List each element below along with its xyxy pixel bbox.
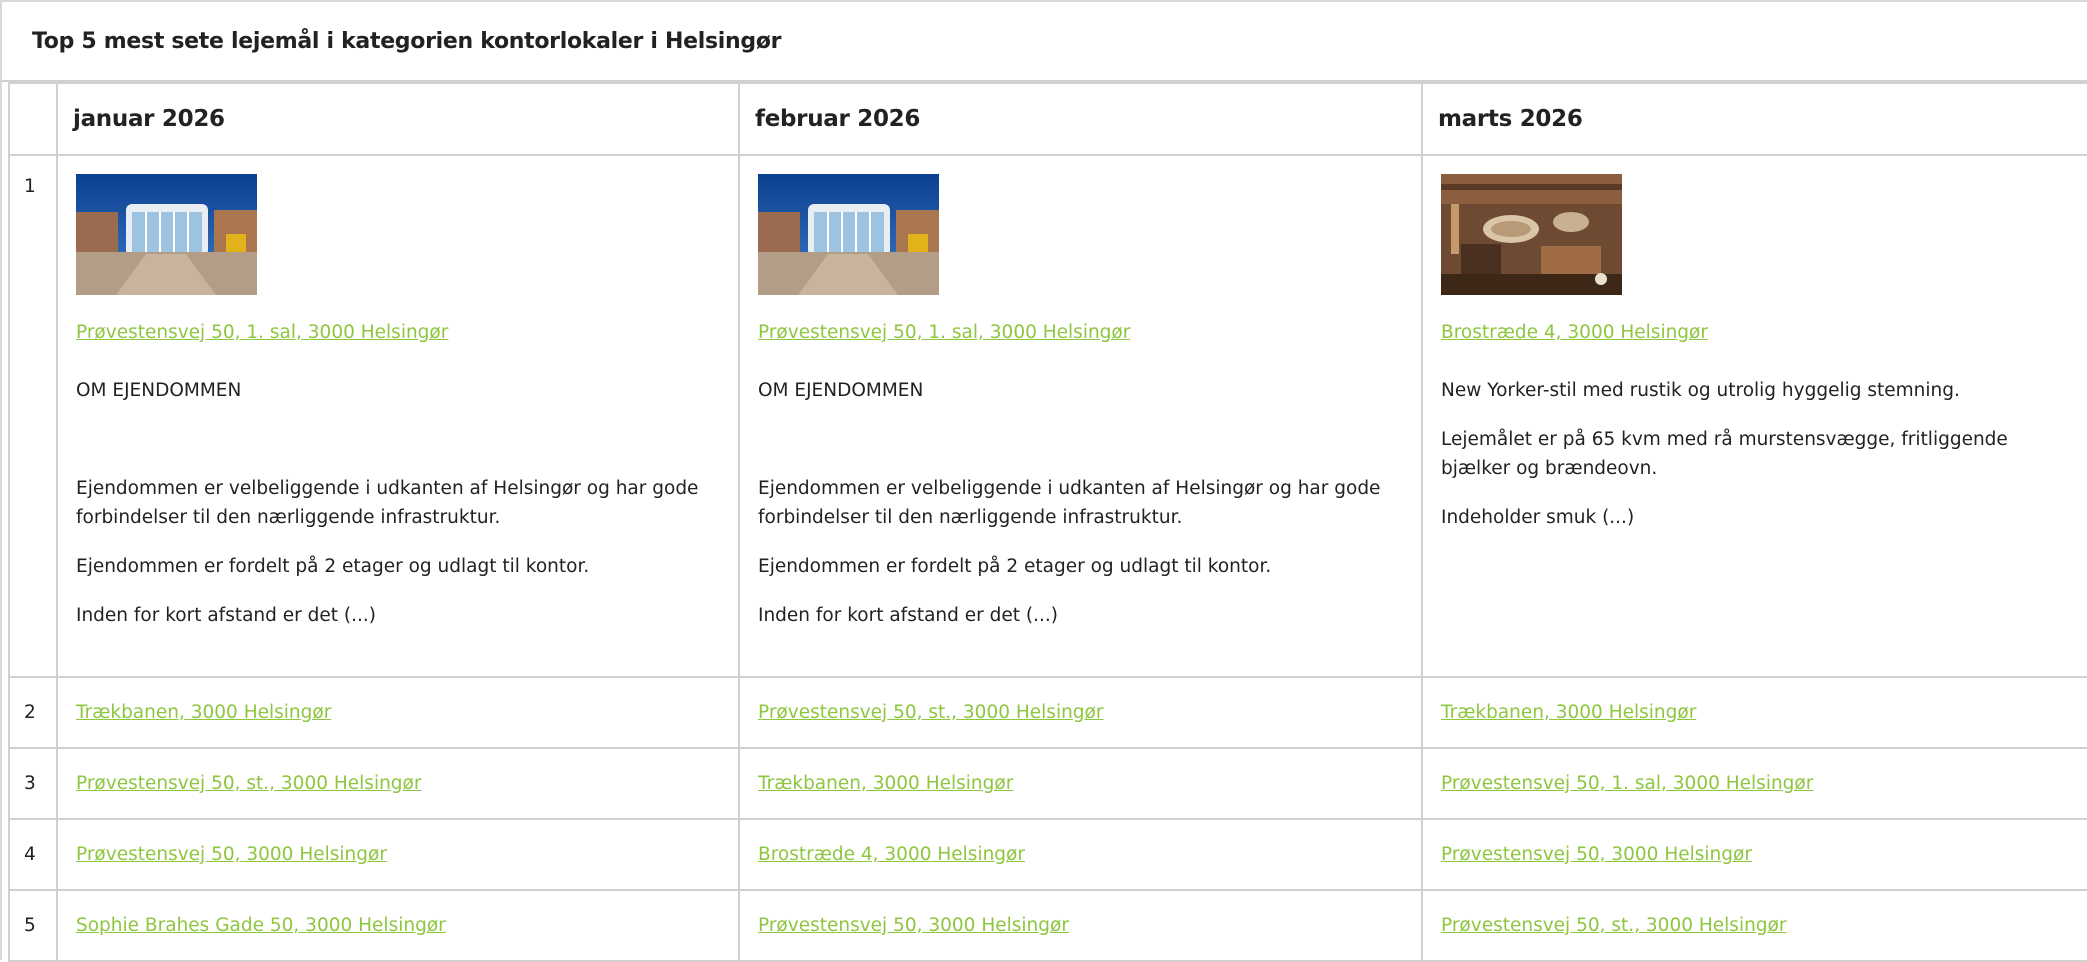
listing-link[interactable]: Prøvestensvej 50, 3000 Helsingør bbox=[76, 844, 387, 865]
listing-description: Ejendommen er velbeliggende i udkanten a… bbox=[76, 478, 699, 528]
listing-description: Inden for kort afstand er det (...) bbox=[76, 605, 376, 626]
listing-description: Ejendommen er velbeliggende i udkanten a… bbox=[758, 478, 1381, 528]
listing-link[interactable]: Trækbanen, 3000 Helsingør bbox=[1441, 702, 1696, 723]
listing-link[interactable]: Trækbanen, 3000 Helsingør bbox=[76, 702, 331, 723]
header-row: januar 2026 februar 2026 marts 2026 bbox=[8, 82, 2087, 156]
listing-link[interactable]: Prøvestensvej 50, 3000 Helsingør bbox=[758, 915, 1069, 936]
listing-description: Ejendommen er fordelt på 2 etager og udl… bbox=[76, 556, 590, 577]
rank-number: 5 bbox=[8, 889, 58, 962]
listing-link[interactable]: Prøvestensvej 50, st., 3000 Helsingør bbox=[758, 702, 1103, 723]
listing-link[interactable]: Prøvestensvej 50, 1. sal, 3000 Helsingør bbox=[1441, 773, 1813, 794]
listing-link[interactable]: Sophie Brahes Gade 50, 3000 Helsingør bbox=[76, 915, 446, 936]
rustic-interior-photo[interactable] bbox=[1441, 174, 1622, 295]
office-building-photo[interactable] bbox=[76, 174, 257, 295]
column-header-feb: februar 2026 bbox=[738, 82, 1423, 156]
listing-link[interactable]: Prøvestensvej 50, 1. sal, 3000 Helsingør bbox=[76, 322, 448, 343]
featured-listing-mar: Brostræde 4, 3000 Helsingør New Yorker-s… bbox=[1421, 154, 2087, 678]
listing-description: New Yorker-stil med rustik og utrolig hy… bbox=[1441, 380, 1960, 401]
featured-listing-feb: Prøvestensvej 50, 1. sal, 3000 Helsingør… bbox=[738, 154, 1423, 678]
table-row: 4 Prøvestensvej 50, 3000 Helsingør Brost… bbox=[8, 818, 2087, 891]
top5-panel: Top 5 mest sete lejemål i kategorien kon… bbox=[0, 0, 2087, 962]
rank-number: 3 bbox=[8, 747, 58, 820]
listing-link[interactable]: Trækbanen, 3000 Helsingør bbox=[758, 773, 1013, 794]
table-row: 5 Sophie Brahes Gade 50, 3000 Helsingør … bbox=[8, 889, 2087, 962]
column-header-mar: marts 2026 bbox=[1421, 82, 2087, 156]
listing-heading: OM EJENDOMMEN bbox=[758, 380, 924, 401]
office-building-photo[interactable] bbox=[758, 174, 939, 295]
rank-number: 2 bbox=[8, 676, 58, 749]
rank-header bbox=[8, 82, 58, 156]
listing-link[interactable]: Prøvestensvej 50, st., 3000 Helsingør bbox=[1441, 915, 1786, 936]
listing-description: Inden for kort afstand er det (...) bbox=[758, 605, 1058, 626]
listing-heading: OM EJENDOMMEN bbox=[76, 380, 242, 401]
listing-link[interactable]: Prøvestensvej 50, 1. sal, 3000 Helsingør bbox=[758, 322, 1130, 343]
listing-description: Ejendommen er fordelt på 2 etager og udl… bbox=[758, 556, 1272, 577]
rank-number: 4 bbox=[8, 818, 58, 891]
table-row: 3 Prøvestensvej 50, st., 3000 Helsingør … bbox=[8, 747, 2087, 820]
column-header-jan: januar 2026 bbox=[56, 82, 740, 156]
listing-link[interactable]: Prøvestensvej 50, st., 3000 Helsingør bbox=[76, 773, 421, 794]
listing-link[interactable]: Brostræde 4, 3000 Helsingør bbox=[1441, 322, 1708, 343]
listing-description: Lejemålet er på 65 kvm med rå murstensvæ… bbox=[1441, 429, 2008, 479]
panel-title: Top 5 mest sete lejemål i kategorien kon… bbox=[2, 2, 2087, 82]
featured-listing-jan: Prøvestensvej 50, 1. sal, 3000 Helsingør… bbox=[56, 154, 740, 678]
listing-link[interactable]: Brostræde 4, 3000 Helsingør bbox=[758, 844, 1025, 865]
table-row: 2 Trækbanen, 3000 Helsingør Prøvestensve… bbox=[8, 676, 2087, 749]
rank-number: 1 bbox=[8, 154, 58, 678]
table-row: 1 Prøvestensvej 50, 1. sal, 3000 Helsing… bbox=[8, 154, 2087, 678]
top5-table: januar 2026 februar 2026 marts 2026 1 Pr… bbox=[8, 82, 2087, 962]
listing-link[interactable]: Prøvestensvej 50, 3000 Helsingør bbox=[1441, 844, 1752, 865]
listing-description: Indeholder smuk (...) bbox=[1441, 507, 1635, 528]
